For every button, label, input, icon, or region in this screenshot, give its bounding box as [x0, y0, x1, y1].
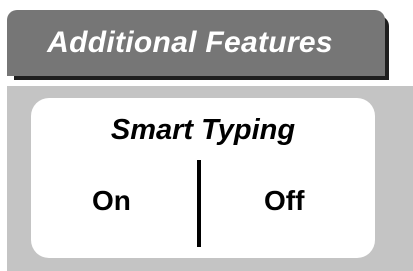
page-title: Additional Features	[47, 26, 333, 59]
smart-typing-card: Smart Typing On Off	[31, 98, 375, 258]
smart-typing-title: Smart Typing	[110, 114, 296, 146]
option-divider	[197, 160, 201, 247]
smart-typing-off-button[interactable]: Off	[264, 185, 304, 217]
smart-typing-on-button[interactable]: On	[92, 185, 131, 217]
header-bar: Additional Features	[7, 10, 385, 76]
